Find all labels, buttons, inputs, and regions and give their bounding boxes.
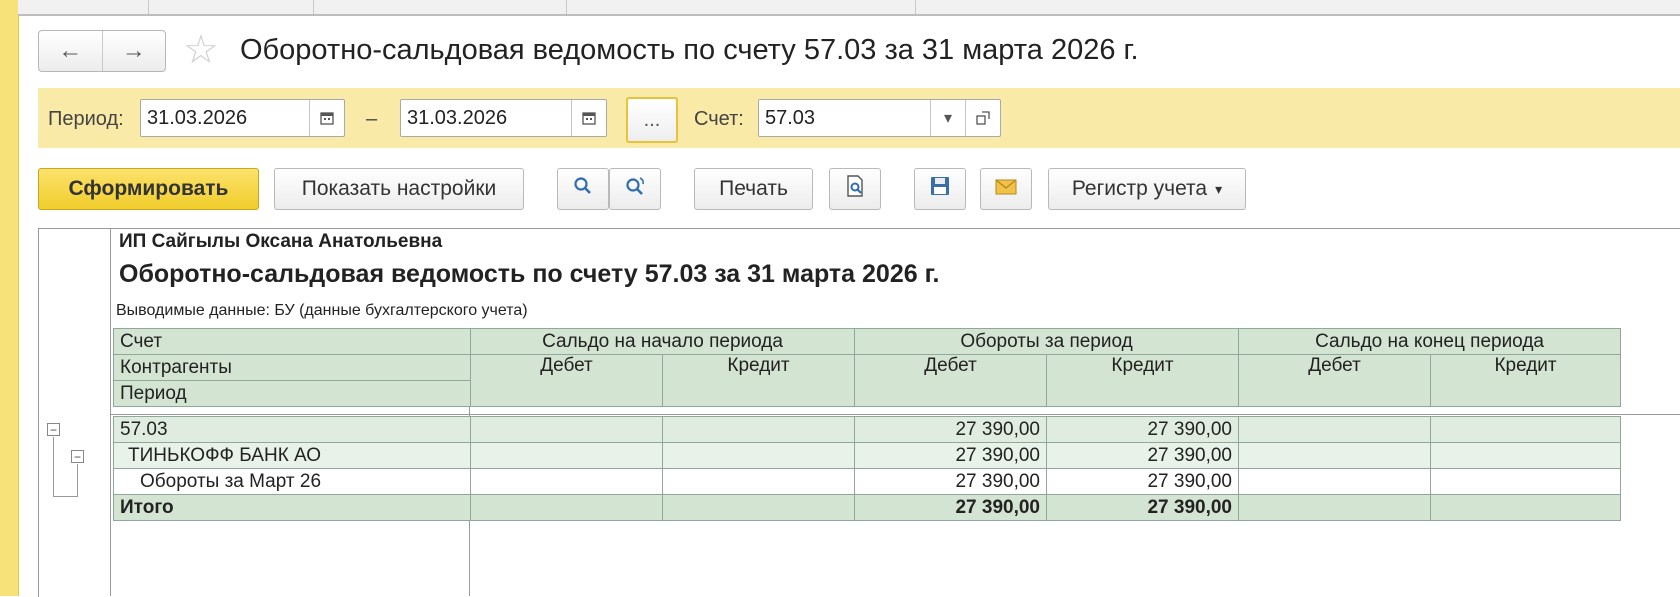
table-total-row: Итого 27 390,00 27 390,00 [113, 494, 1621, 521]
ledger-register-dropdown[interactable]: Регистр учета ▾ [1048, 168, 1246, 210]
cell-turn-debit: 27 390,00 [854, 468, 1047, 495]
period-label: Период: [48, 108, 124, 130]
tab-separator [566, 0, 567, 14]
tab-separator [915, 0, 916, 14]
header-debit: Дебет [854, 354, 1048, 407]
forward-button[interactable]: → [101, 31, 166, 71]
generate-button[interactable]: Сформировать [38, 168, 259, 210]
cell-empty [1430, 494, 1621, 521]
header-credit: Кредит [1046, 354, 1240, 407]
table-row[interactable]: 57.03 27 390,00 27 390,00 [113, 416, 1621, 443]
date-to-value[interactable]: 31.03.2026 [401, 107, 571, 130]
collapse-group-icon[interactable]: − [71, 450, 84, 463]
cell-empty [1238, 494, 1431, 521]
total-turn-credit: 27 390,00 [1046, 494, 1239, 521]
print-button[interactable]: Печать [694, 168, 813, 210]
send-email-button[interactable] [980, 168, 1032, 210]
tree-connector [53, 496, 77, 497]
date-range-dash: – [366, 108, 378, 130]
header-closing-balance: Сальдо на конец периода [1238, 328, 1622, 355]
report-divider [110, 228, 111, 596]
cell-open-debit [470, 468, 663, 495]
cell-open-debit [470, 416, 663, 443]
organization-name: ИП Сайгылы Оксана Анатольевна [119, 231, 443, 252]
save-button[interactable] [914, 168, 966, 210]
nav-button-group: ← → [38, 30, 166, 72]
cell-close-credit [1430, 442, 1621, 469]
search-advanced-button[interactable] [609, 168, 661, 210]
arrow-right-icon: → [121, 37, 146, 64]
row-period: Обороты за Март 26 [113, 468, 471, 495]
cell-empty [470, 494, 663, 521]
date-from-value[interactable]: 31.03.2026 [141, 107, 309, 130]
dropdown-arrow-icon[interactable]: ▾ [930, 100, 965, 136]
cell-turn-debit: 27 390,00 [854, 416, 1047, 443]
chevron-down-icon: ▾ [1215, 180, 1223, 197]
favorite-star-icon[interactable]: ☆ [183, 30, 219, 70]
report-table-header: Счет Сальдо на начало периода Обороты за… [113, 328, 1622, 407]
account-field[interactable]: 57.03 ▾ [758, 99, 1001, 137]
preview-button[interactable] [829, 168, 881, 210]
cell-empty [662, 494, 855, 521]
cell-open-credit [662, 468, 855, 495]
header-account: Счет [113, 328, 471, 355]
tab-separator [148, 0, 149, 14]
header-opening-balance: Сальдо на начало периода [469, 328, 856, 355]
header-debit: Дебет [470, 354, 663, 407]
total-label: Итого [113, 494, 471, 521]
ledger-register-label: Регистр учета [1071, 177, 1208, 200]
period-select-button[interactable]: ... [626, 97, 678, 143]
show-settings-button[interactable]: Показать настройки [274, 168, 524, 210]
header-turnover: Обороты за период [854, 328, 1240, 355]
left-panel-stripe [0, 0, 19, 596]
page-title: Оборотно-сальдовая ведомость по счету 57… [240, 34, 1139, 66]
row-account: 57.03 [113, 416, 471, 443]
report-divider [110, 414, 1680, 415]
cell-turn-credit: 27 390,00 [1046, 468, 1239, 495]
header-credit: Кредит [661, 354, 856, 407]
row-counterparty: ТИНЬКОФФ БАНК АО [113, 442, 471, 469]
cell-open-credit [662, 416, 855, 443]
report-output-note: Выводимые данные: БУ (данные бухгалтерск… [116, 302, 528, 319]
calendar-icon[interactable] [309, 100, 344, 136]
tree-connector [53, 437, 54, 497]
table-row[interactable]: Обороты за Март 26 27 390,00 27 390,00 [113, 468, 1621, 495]
header-debit: Дебет [1238, 354, 1432, 407]
cell-close-credit [1430, 468, 1621, 495]
header-period: Период [113, 380, 471, 407]
tab-separator [313, 0, 314, 14]
cell-close-debit [1238, 468, 1431, 495]
back-button[interactable]: ← [39, 31, 102, 71]
cell-turn-credit: 27 390,00 [1046, 416, 1239, 443]
tab-strip [18, 0, 1680, 16]
calendar-icon[interactable] [571, 100, 606, 136]
collapse-group-icon[interactable]: − [47, 423, 60, 436]
cell-open-credit [662, 442, 855, 469]
account-label: Счет: [694, 108, 744, 130]
report-title: Оборотно-сальдовая ведомость по счету 57… [119, 260, 940, 288]
cell-open-debit [470, 442, 663, 469]
tree-connector [77, 464, 78, 497]
cell-close-debit [1238, 442, 1431, 469]
search-icon [573, 176, 593, 202]
search-refresh-icon [624, 176, 646, 202]
open-link-icon[interactable] [965, 100, 1000, 136]
arrow-left-icon: ← [58, 37, 83, 64]
date-from-field[interactable]: 31.03.2026 [140, 99, 345, 137]
envelope-icon [995, 177, 1017, 201]
print-preview-icon [845, 175, 865, 203]
cell-turn-debit: 27 390,00 [854, 442, 1047, 469]
cell-close-debit [1238, 416, 1431, 443]
report-table-body: 57.03 27 390,00 27 390,00 ТИНЬКОФФ БАНК … [113, 416, 1621, 521]
table-row[interactable]: ТИНЬКОФФ БАНК АО 27 390,00 27 390,00 [113, 442, 1621, 469]
floppy-disk-icon [930, 176, 950, 202]
total-turn-debit: 27 390,00 [854, 494, 1047, 521]
cell-turn-credit: 27 390,00 [1046, 442, 1239, 469]
search-button[interactable] [557, 168, 609, 210]
account-value[interactable]: 57.03 [759, 107, 930, 130]
cell-close-credit [1430, 416, 1621, 443]
header-credit: Кредит [1430, 354, 1622, 407]
date-to-field[interactable]: 31.03.2026 [400, 99, 607, 137]
header-counterparties: Контрагенты [113, 354, 471, 381]
